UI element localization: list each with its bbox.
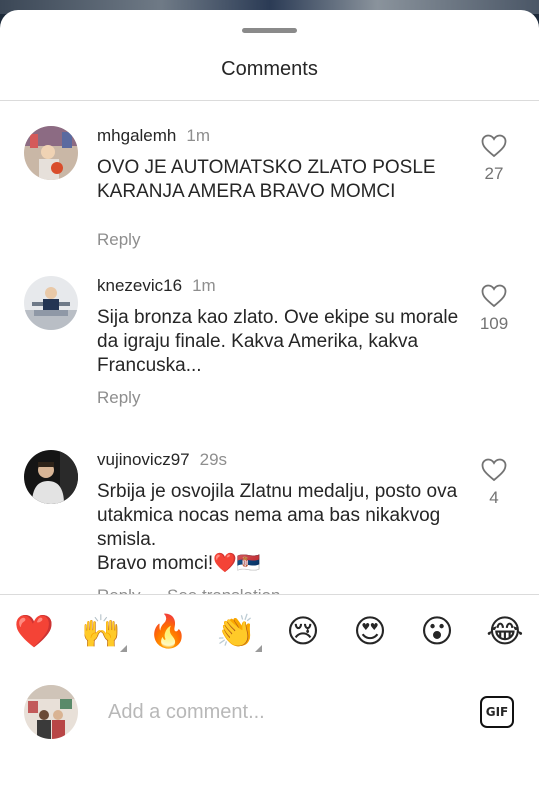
comments-sheet: Comments mhgalemh 1m OVO JE AUTOMATSKO ZL…: [0, 10, 539, 800]
surprised-face-emoji-button[interactable]: 😮: [417, 611, 457, 651]
clapping-hands-emoji-button[interactable]: 👏: [216, 611, 256, 651]
heart-outline-icon[interactable]: [481, 458, 507, 482]
emoji-reaction-bar: ❤️ 🙌 🔥 👏 😢 😍 😮 😂: [0, 594, 539, 668]
like-count: 27: [484, 164, 504, 183]
raising-hands-emoji-button[interactable]: 🙌: [81, 611, 121, 651]
avatar[interactable]: [24, 126, 78, 180]
comment-time: 1m: [186, 126, 210, 145]
comment-list[interactable]: mhgalemh 1m OVO JE AUTOMATSKO ZLATO POSLE…: [0, 101, 539, 594]
comment-text: Srbija je osvojila Zlatnu medalju, posto…: [97, 481, 458, 574]
heart-outline-icon[interactable]: [481, 284, 507, 308]
comment-time: 29s: [199, 450, 228, 469]
like-count: 109: [479, 314, 509, 333]
avatar[interactable]: [24, 450, 78, 504]
skin-tone-indicator-icon: [255, 645, 262, 652]
reply-button[interactable]: Reply: [97, 230, 140, 250]
like-count: 4: [489, 488, 499, 507]
red-heart-emoji-button[interactable]: ❤️: [14, 611, 54, 651]
crying-face-emoji-button[interactable]: 😢: [283, 611, 323, 651]
heart-outline-icon[interactable]: [481, 134, 507, 158]
fire-emoji-button[interactable]: 🔥: [148, 611, 188, 651]
comment-composer: Add a comment... GIF: [0, 667, 539, 800]
heart-eyes-emoji-button[interactable]: 😍: [350, 611, 390, 651]
reply-button[interactable]: Reply: [97, 586, 140, 594]
comment-text: OVO JE AUTOMATSKO ZLATO POSLE KARANJA AM…: [97, 157, 436, 202]
comment-username[interactable]: vujinovicz97 29s: [97, 450, 227, 470]
gif-icon[interactable]: GIF: [480, 696, 514, 728]
comment-time: 1m: [192, 276, 216, 295]
sheet-title: Comments: [221, 58, 318, 80]
comment-username[interactable]: mhgalemh 1m: [97, 126, 210, 146]
comment-username[interactable]: knezevic16 1m: [97, 276, 216, 296]
see-translation-link[interactable]: See translation: [167, 586, 280, 594]
current-user-avatar: [24, 685, 78, 739]
reply-button[interactable]: Reply: [97, 388, 140, 408]
skin-tone-indicator-icon: [120, 645, 127, 652]
avatar[interactable]: [24, 276, 78, 330]
drag-handle[interactable]: [242, 28, 297, 33]
laughing-face-emoji-button[interactable]: 😂: [485, 611, 525, 651]
add-comment-input[interactable]: Add a comment...: [108, 701, 265, 724]
comment-text: Sija bronza kao zlato. Ove ekipe su mora…: [97, 307, 459, 376]
